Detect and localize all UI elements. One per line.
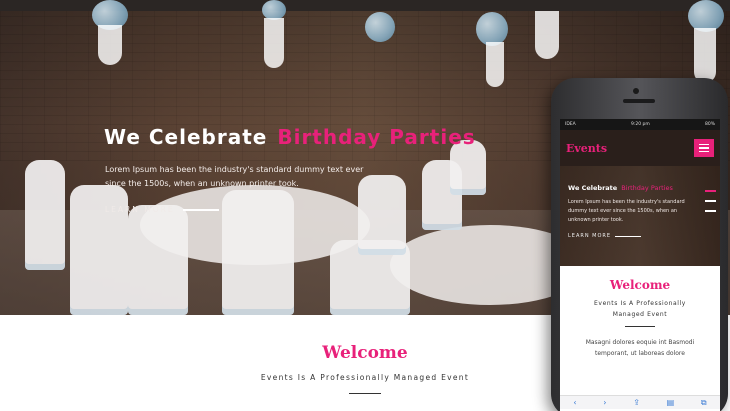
mobile-hero: We Celebrate Birthday Parties Lorem Ipsum… <box>560 166 720 266</box>
balloon-decoration <box>365 12 395 42</box>
hero-title-main: We Celebrate <box>104 125 268 149</box>
share-icon[interactable]: ⇪ <box>633 398 640 407</box>
mobile-logo[interactable]: Events <box>566 142 607 155</box>
veil-decoration <box>264 18 284 68</box>
slider-dot-1[interactable] <box>705 190 716 192</box>
welcome-divider <box>349 393 381 394</box>
welcome-title: Welcome <box>322 343 408 363</box>
mobile-hero-title-accent: Birthday Parties <box>621 184 673 192</box>
veil-decoration <box>694 28 716 83</box>
mobile-slider-dots <box>705 190 716 212</box>
chair-decoration <box>25 160 65 270</box>
mobile-learn-more-link[interactable]: LEARN MORE <box>568 233 642 239</box>
hamburger-icon[interactable] <box>694 139 714 157</box>
mobile-status-bar: IDEA 9:20 pm 80% <box>560 119 720 130</box>
back-icon[interactable]: ‹ <box>573 398 576 407</box>
welcome-subtitle: Events Is A Professionally Managed Event <box>260 373 470 382</box>
tabs-icon[interactable]: ⧉ <box>701 398 707 408</box>
learn-more-label: LEARN MORE <box>105 205 175 214</box>
veil-decoration <box>98 25 122 65</box>
balloon-decoration <box>476 12 508 46</box>
slider-dot-2[interactable] <box>705 200 716 202</box>
chair-decoration <box>128 205 188 315</box>
bookmarks-icon[interactable]: ▤ <box>667 398 675 407</box>
hero-title-accent: Birthday Parties <box>277 125 476 149</box>
mobile-hero-title-main: We Celebrate <box>568 184 618 192</box>
phone-mockup: IDEA 9:20 pm 80% Events We Celebrate Birt… <box>551 78 728 411</box>
phone-speaker <box>623 99 655 103</box>
chair-decoration <box>222 190 294 315</box>
mobile-battery: 80% <box>704 122 715 127</box>
forward-icon[interactable]: › <box>603 398 606 407</box>
mobile-hero-title: We Celebrate Birthday Parties <box>568 184 673 192</box>
mobile-carrier: IDEA <box>565 122 576 127</box>
phone-screen: IDEA 9:20 pm 80% Events We Celebrate Birt… <box>560 119 720 411</box>
mobile-learn-more-label: LEARN MORE <box>568 233 612 239</box>
mobile-hero-description: Lorem Ipsum has been the industry's stan… <box>568 199 685 223</box>
balloon-decoration <box>262 0 286 20</box>
mobile-welcome-divider <box>625 326 655 327</box>
veil-decoration <box>535 11 559 59</box>
hero-description: Lorem Ipsum has been the industry's stan… <box>105 165 364 188</box>
mobile-browser-toolbar: ‹ › ⇪ ▤ ⧉ <box>560 395 720 409</box>
veil-decoration <box>486 42 504 87</box>
learn-more-link[interactable]: LEARN MORE <box>105 205 219 214</box>
mobile-welcome-subtitle: Events Is A Professionally Managed Event <box>594 300 686 318</box>
mobile-learn-more-underline <box>615 235 642 237</box>
learn-more-underline <box>182 208 219 211</box>
mobile-time: 9:20 pm <box>630 122 650 127</box>
mobile-welcome-title: Welcome <box>609 278 671 292</box>
phone-camera <box>633 88 639 94</box>
slider-dot-3[interactable] <box>705 210 716 212</box>
mobile-header: Events <box>560 130 720 166</box>
mobile-welcome-body: Masagni dolores eoquie int Basmodi tempo… <box>585 339 695 357</box>
hero-title: We Celebrate Birthday Parties <box>104 125 476 149</box>
